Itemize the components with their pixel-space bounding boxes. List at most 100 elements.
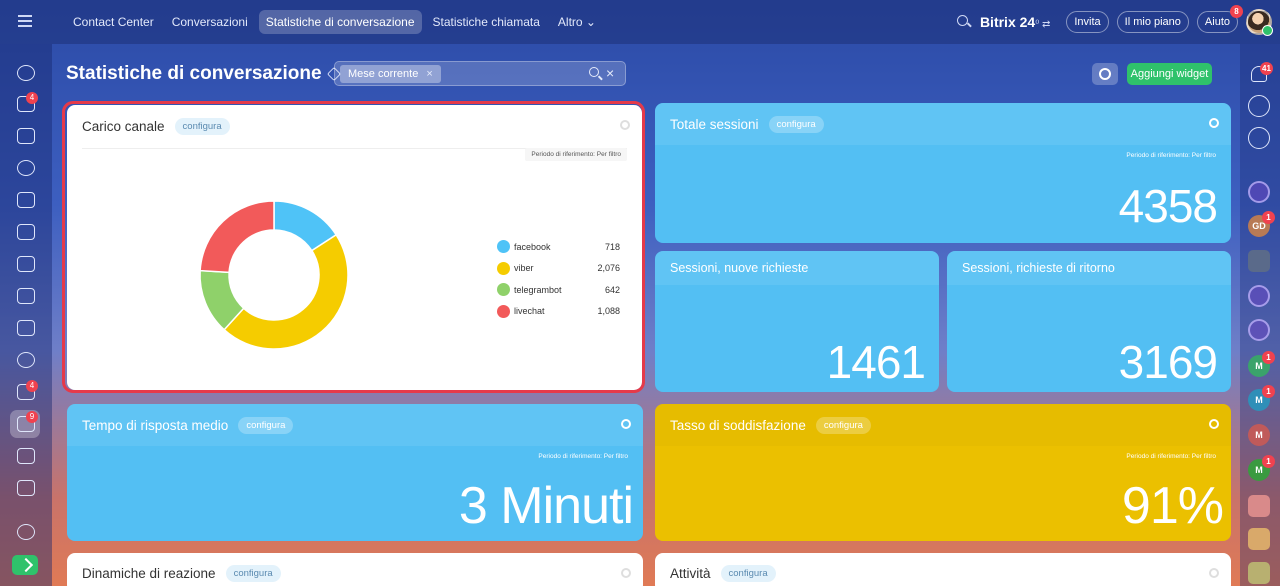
filter-chip-label: Mese corrente <box>348 68 419 80</box>
settings-button[interactable] <box>1092 63 1118 85</box>
calendar-icon[interactable] <box>17 192 35 208</box>
period-label: Periodo di riferimento: Per filtro <box>1126 152 1216 159</box>
widget-header: Totale sessioni configura <box>655 103 1231 145</box>
response-time-value: 3 Minuti <box>458 477 634 535</box>
copilot-icon[interactable] <box>1248 181 1270 203</box>
widget-title: Attività <box>670 565 711 581</box>
widget-header: Attività configura <box>655 553 1231 586</box>
contact-center-badge: 9 <box>26 411 38 423</box>
filter-chip[interactable]: Mese corrente × <box>340 65 441 83</box>
help-button[interactable]: Aiuto 8 <box>1196 5 1243 33</box>
my-plan-button[interactable]: Il mio piano <box>1116 11 1189 33</box>
page-title: Statistiche di conversazione <box>66 63 322 84</box>
widget-title: Sessioni, richieste di ritorno <box>962 261 1115 275</box>
status-dot <box>1262 25 1273 36</box>
widget-title: Totale sessioni <box>670 116 759 132</box>
gear-icon[interactable] <box>1209 568 1219 578</box>
widget-title: Tempo di risposta medio <box>82 417 229 433</box>
contact-avatar[interactable]: M <box>1248 424 1270 446</box>
widget-title: Tasso di soddisfazione <box>670 417 806 433</box>
brand-name: Bitrix 24 <box>979 14 1036 30</box>
nav-conversazioni[interactable]: Conversazioni <box>165 10 255 34</box>
activity-icon[interactable] <box>17 160 35 176</box>
gear-icon[interactable] <box>621 419 631 429</box>
menu-icon[interactable] <box>18 15 32 27</box>
top-bar: Contact Center Conversazioni Statistiche… <box>0 0 1280 44</box>
widget-header: Sessioni, nuove richieste <box>655 251 939 285</box>
widget-totale-sessioni: Totale sessioni configura Periodo di rif… <box>655 103 1231 243</box>
widget-richieste-ritorno: Sessioni, richieste di ritorno 3169 <box>947 251 1231 392</box>
brand-suffix: ⁰ ⇄ <box>1035 19 1051 30</box>
invite-button[interactable]: Invita <box>1066 11 1109 33</box>
settings-icon[interactable] <box>17 524 35 540</box>
chat-bubble-icon[interactable] <box>1248 528 1270 550</box>
crm-icon[interactable] <box>17 256 35 272</box>
user-avatar[interactable] <box>1246 9 1273 36</box>
store-icon[interactable] <box>17 480 35 496</box>
widget-tasso-soddisfazione: Tasso di soddisfazione configura Periodo… <box>655 404 1231 541</box>
new-requests-value: 1461 <box>826 336 926 388</box>
configure-button[interactable]: configura <box>225 564 281 582</box>
notes-icon[interactable] <box>1248 562 1270 584</box>
avatar-badge: 1 <box>1262 211 1275 224</box>
group-avatar[interactable] <box>1248 250 1270 272</box>
period-label: Periodo di riferimento: Per filtro <box>1126 453 1216 460</box>
left-sidebar <box>0 44 52 586</box>
widget-title: Dinamiche di reazione <box>82 565 216 581</box>
widget-header: Dinamiche di reazione configura <box>67 553 643 586</box>
tasks-icon[interactable] <box>17 128 35 144</box>
nav-contact-center[interactable]: Contact Center <box>66 10 161 34</box>
mail-icon[interactable] <box>17 320 35 336</box>
checklist-badge: 4 <box>26 380 38 392</box>
avatar-badge: 1 <box>1262 385 1275 398</box>
widget-header: Tempo di risposta medio configura <box>67 404 643 446</box>
help-badge: 8 <box>1230 5 1243 18</box>
widget-attivita: Attività configura <box>655 553 1231 586</box>
configure-button[interactable]: configura <box>768 115 824 133</box>
return-requests-value: 3169 <box>1118 336 1218 388</box>
help-label: Aiuto <box>1204 16 1230 28</box>
chat-search-icon[interactable] <box>1248 127 1270 149</box>
selection-highlight <box>62 101 645 393</box>
nav-statistiche-chiamata[interactable]: Statistiche chiamata <box>426 10 547 34</box>
nav-altro[interactable]: Altro ⌄ <box>551 10 603 34</box>
nav-statistiche-conversazione[interactable]: Statistiche di conversazione <box>258 10 422 34</box>
configure-button[interactable]: configura <box>815 416 871 434</box>
widget-tempo-risposta: Tempo di risposta medio configura Period… <box>67 404 643 541</box>
widget-header: Sessioni, richieste di ritorno <box>947 251 1231 285</box>
gear-icon[interactable] <box>1209 118 1219 128</box>
widget-nuove-richieste: Sessioni, nuove richieste 1461 <box>655 251 939 392</box>
clear-icon[interactable]: × <box>606 65 614 81</box>
widget-title: Sessioni, nuove richieste <box>670 261 809 275</box>
search-icon[interactable] <box>956 14 972 30</box>
gear-icon[interactable] <box>621 568 631 578</box>
bookmark-icon[interactable] <box>1248 495 1270 517</box>
openline-icon[interactable] <box>1248 285 1270 307</box>
sites-icon[interactable] <box>17 288 35 304</box>
contacts-icon[interactable] <box>17 352 35 368</box>
sidebar-collapse-icon[interactable] <box>17 65 35 81</box>
openline-icon-2[interactable] <box>1248 319 1270 341</box>
page-header: Statistiche di conversazione <box>66 60 341 88</box>
filter-input[interactable]: Mese corrente × × <box>334 61 626 86</box>
search-icon[interactable] <box>589 67 603 81</box>
chat-badge: 4 <box>26 92 38 104</box>
configure-button[interactable]: configura <box>238 416 294 434</box>
configure-button[interactable]: configura <box>720 564 776 582</box>
chip-close-icon[interactable]: × <box>426 68 432 80</box>
notifications-badge: 41 <box>1260 62 1273 75</box>
widget-dinamiche-reazione: Dinamiche di reazione configura <box>67 553 643 586</box>
avatar-badge: 1 <box>1262 455 1275 468</box>
invite-rocket-icon[interactable] <box>12 555 38 575</box>
period-label: Periodo di riferimento: Per filtro <box>538 453 628 460</box>
gear-icon[interactable] <box>1209 419 1219 429</box>
total-sessions-value: 4358 <box>1118 180 1218 232</box>
live-feed-icon[interactable] <box>1248 95 1270 117</box>
booking-icon[interactable] <box>17 448 35 464</box>
add-widget-button[interactable]: Aggiungi widget <box>1127 63 1212 85</box>
brand-logo[interactable]: Bitrix 24⁰ ⇄ <box>980 14 1050 30</box>
widget-header: Tasso di soddisfazione configura <box>655 404 1231 446</box>
documents-icon[interactable] <box>17 224 35 240</box>
satisfaction-value: 91% <box>1121 477 1224 535</box>
avatar-badge: 1 <box>1262 351 1275 364</box>
